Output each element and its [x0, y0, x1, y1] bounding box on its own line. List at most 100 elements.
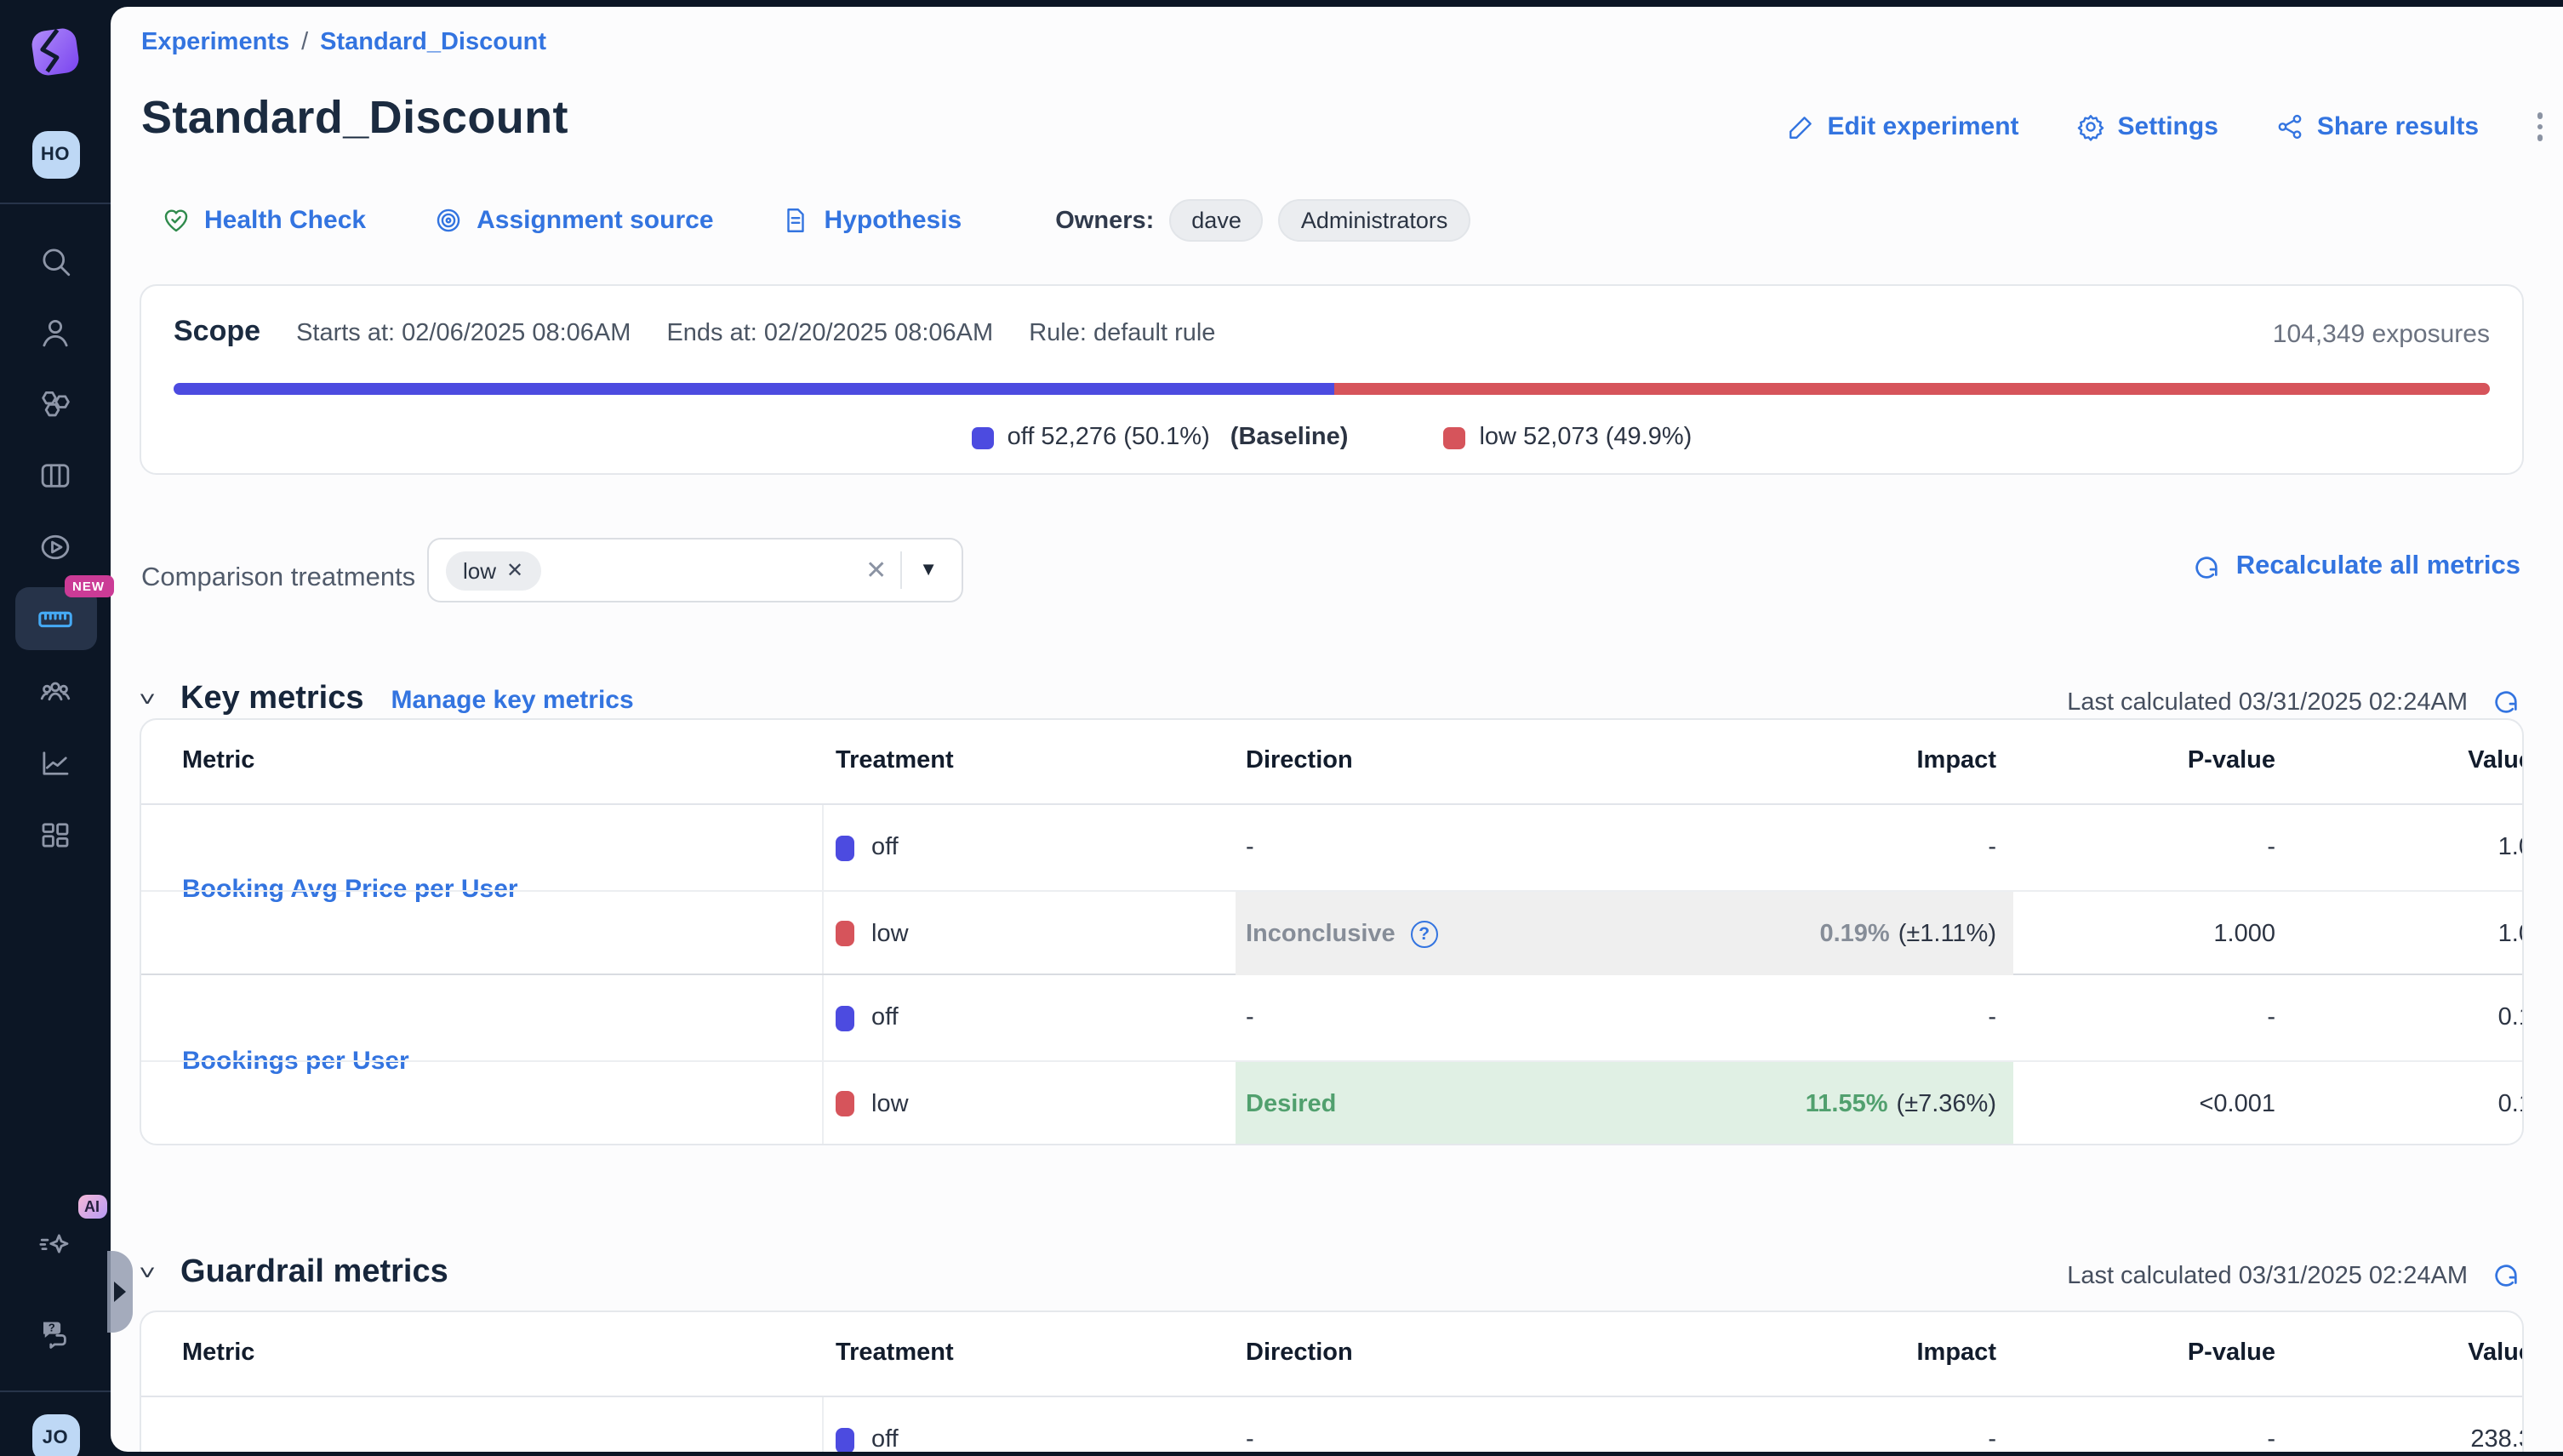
pencil-icon: [1786, 112, 1815, 141]
treatment-cell: off: [836, 1397, 899, 1451]
sidebar: HO: [0, 0, 111, 1456]
direction-label: Desired: [1246, 1090, 1336, 1117]
treatment-subrow-low: low Inconclusive? 0.19%(±1.11%) 1.000 1.0: [141, 890, 2522, 975]
share-results-button[interactable]: Share results: [2276, 112, 2479, 141]
key-metrics-last-calculated: Last calculated 03/31/2025 02:24AM: [2067, 688, 2520, 717]
breadcrumb: Experiments / Standard_Discount: [141, 29, 546, 56]
direction-cell: -: [1246, 1397, 1254, 1451]
refresh-icon[interactable]: [2492, 1261, 2520, 1290]
ai-assistant-icon[interactable]: AI: [20, 1210, 91, 1282]
breadcrumb-current[interactable]: Standard_Discount: [320, 29, 546, 56]
bar-segment-low: [1334, 383, 2490, 395]
direction-label: -: [1246, 834, 1254, 861]
owner-pill-dave[interactable]: dave: [1169, 199, 1264, 242]
comparison-treatments-label: Comparison treatments: [141, 563, 415, 594]
collapse-chevron-icon[interactable]: ˅: [139, 1261, 156, 1285]
impact-percent: 11.55%: [1806, 1090, 1888, 1117]
chevron-down-icon[interactable]: ▼: [902, 560, 945, 580]
value-cell: 0.1: [2498, 1062, 2524, 1145]
treatment-cell: off: [836, 805, 899, 890]
column-header-metric: Metric: [182, 747, 254, 774]
sidebar-expand-handle[interactable]: [107, 1251, 133, 1333]
new-badge: NEW: [64, 575, 113, 597]
treatment-swatch-icon: [836, 835, 854, 860]
treatment-chip-low[interactable]: low ✕: [446, 551, 540, 590]
more-options-button[interactable]: [2537, 113, 2543, 141]
direction-cell: Inconclusive?: [1246, 892, 1438, 975]
target-icon: [434, 206, 463, 235]
table-header-row: MetricTreatmentDirectionImpactP-valueVal…: [141, 720, 2522, 805]
treatment-swatch-icon: [836, 921, 854, 946]
direction-label: -: [1246, 1426, 1254, 1451]
dynamic-config-icon[interactable]: [20, 511, 91, 582]
impact-cell: -: [1988, 805, 1996, 890]
column-header-treatment: Treatment: [836, 747, 954, 774]
exposure-split-bar: [174, 383, 2490, 395]
scope-ends-at: Ends at: 02/20/2025 08:06AM: [666, 320, 993, 347]
hypothesis-link[interactable]: Hypothesis: [782, 206, 962, 235]
svg-text:?: ?: [49, 1320, 55, 1333]
refresh-icon[interactable]: [2492, 688, 2520, 717]
table-header-row: MetricTreatmentDirectionImpactP-valueVal…: [141, 1312, 2522, 1397]
column-header-impact: Impact: [1917, 747, 1997, 774]
treatment-cell: low: [836, 892, 909, 975]
column-header-treatment: Treatment: [836, 1339, 954, 1367]
p-value-cell: -: [2267, 975, 2275, 1060]
recalculate-all-metrics-button[interactable]: Recalculate all metrics: [2192, 551, 2520, 582]
legend-swatch-icon: [972, 426, 994, 448]
share-icon: [2276, 112, 2305, 141]
page-title: Standard_Discount: [141, 92, 568, 145]
health-check-link[interactable]: Health Check: [162, 206, 366, 235]
ai-badge: AI: [77, 1195, 106, 1219]
exposure-legend: off 52,276 (50.1%) (Baseline) low 52,073 …: [141, 424, 2522, 451]
owner-pill-administrators[interactable]: Administrators: [1279, 199, 1470, 242]
metric-group: Avg Bookends Promoter Alertoff---238.3: [141, 1397, 2522, 1451]
value-cell: 238.3: [2470, 1397, 2524, 1451]
legend-label: off 52,276 (50.1%): [1008, 424, 1210, 451]
select-clear-icon[interactable]: ✕: [852, 555, 900, 585]
heart-check-icon: [162, 206, 191, 235]
p-value-cell: 1.000: [2213, 892, 2275, 975]
workspace-avatar[interactable]: HO: [31, 131, 79, 179]
help-icon[interactable]: ?: [20, 1295, 91, 1367]
breadcrumb-separator: /: [301, 29, 308, 56]
edit-experiment-button[interactable]: Edit experiment: [1786, 112, 2018, 141]
audiences-icon[interactable]: [20, 655, 91, 727]
statsig-logo-icon[interactable]: [27, 24, 83, 80]
value-cell: 1.0: [2498, 892, 2524, 975]
comparison-treatments-select[interactable]: low ✕ ✕ ▼: [427, 538, 963, 602]
legend-item-off: off 52,276 (50.1%) (Baseline): [972, 424, 1349, 451]
collapse-chevron-icon[interactable]: ˅: [139, 688, 156, 711]
breadcrumb-experiments[interactable]: Experiments: [141, 29, 289, 56]
column-header-metric: Metric: [182, 1339, 254, 1367]
metric-group: Booking Avg Price per Useroff---1.0lowIn…: [141, 805, 2522, 975]
treatment-name: low: [871, 1090, 909, 1117]
assignment-source-link[interactable]: Assignment source: [434, 206, 713, 235]
guardrail-metrics-title: Guardrail metrics: [180, 1254, 448, 1292]
manage-key-metrics-link[interactable]: Manage key metrics: [391, 685, 634, 714]
settings-button[interactable]: Settings: [2077, 112, 2218, 141]
main-content: Experiments / Standard_Discount Standard…: [111, 7, 2563, 1451]
user-avatar[interactable]: JO: [31, 1414, 79, 1456]
treatment-cell: low: [836, 1062, 909, 1145]
scope-starts-at: Starts at: 02/06/2025 08:06AM: [296, 320, 631, 347]
users-icon[interactable]: [20, 296, 91, 368]
experiment-page: HO: [0, 0, 2563, 1456]
dashboards-icon[interactable]: [20, 798, 91, 870]
sidebar-item-experiments-active[interactable]: NEW: [14, 587, 96, 650]
legend-item-low: low 52,073 (49.9%): [1443, 424, 1692, 451]
feature-gates-icon[interactable]: [20, 368, 91, 439]
impact-cell: -: [1988, 975, 1996, 1060]
help-circle-icon[interactable]: ?: [1411, 920, 1438, 947]
layers-columns-icon[interactable]: [20, 439, 91, 511]
impact-cell: 0.19%(±1.11%): [1819, 892, 1996, 975]
treatment-subrow-low: lowDesired11.55%(±7.36%)<0.0010.1: [141, 1060, 2522, 1145]
guardrail-metrics-table: MetricTreatmentDirectionImpactP-valueVal…: [140, 1310, 2524, 1451]
guardrail-last-calculated: Last calculated 03/31/2025 02:24AM: [2067, 1261, 2520, 1290]
key-metrics-table: MetricTreatmentDirectionImpactP-valueVal…: [140, 718, 2524, 1145]
metrics-chart-icon[interactable]: [20, 727, 91, 798]
sidebar-divider: [0, 203, 111, 204]
search-icon[interactable]: [20, 225, 91, 296]
value-cell: 0.1: [2498, 975, 2524, 1060]
chip-remove-icon[interactable]: ✕: [506, 558, 523, 582]
